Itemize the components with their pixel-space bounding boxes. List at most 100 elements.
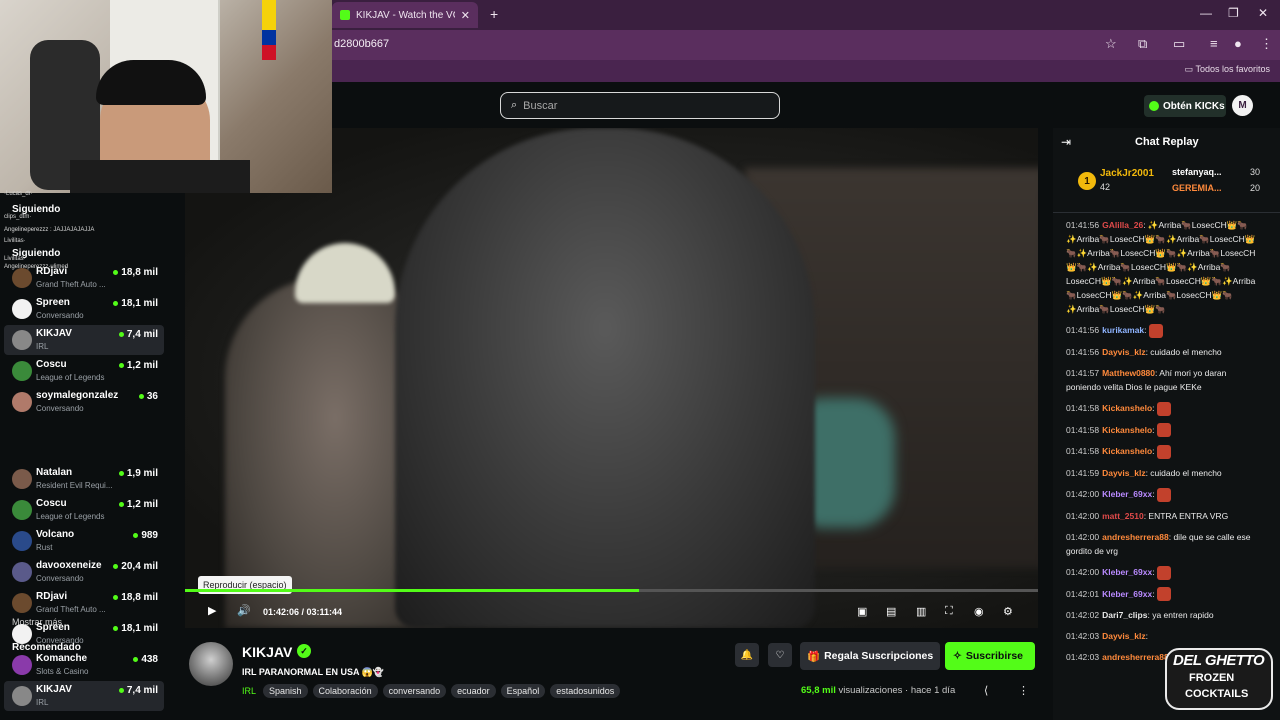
top-gifter-name[interactable]: JackJr2001: [1100, 168, 1154, 179]
restore-icon[interactable]: ❐: [1228, 6, 1239, 20]
tag[interactable]: ecuador: [451, 684, 496, 698]
clip-icon[interactable]: ▥: [916, 605, 926, 618]
chat-username[interactable]: Dari7_clips: [1102, 610, 1147, 620]
more-options-icon[interactable]: ⋮: [1018, 684, 1029, 697]
sidebar-recommended-item[interactable]: Natalan Resident Evil Requi... 1,9 mil: [4, 464, 164, 494]
third-gifter-name[interactable]: GEREMIA...: [1172, 183, 1222, 193]
speed-icon[interactable]: ◉: [974, 605, 984, 618]
search-input[interactable]: ⌕ Buscar: [500, 92, 780, 119]
chat-username[interactable]: andresherrera88: [1102, 652, 1169, 662]
url-text[interactable]: d2800b667: [334, 38, 389, 50]
vod-stats: 65,8 mil visualizaciones · hace 1 día: [801, 685, 956, 696]
chat-username[interactable]: Kickanshelo: [1102, 446, 1152, 456]
notification-bell-button[interactable]: 🔔: [735, 643, 759, 667]
viewer-count-value: 18,1 mil: [121, 298, 158, 309]
views-count: 65,8 mil: [801, 685, 836, 696]
cast-icon[interactable]: ▭: [1173, 36, 1185, 52]
new-tab-icon[interactable]: +: [490, 6, 498, 22]
second-gifter-name[interactable]: stefanyaq...: [1172, 167, 1222, 177]
channel-avatar[interactable]: [189, 642, 233, 686]
chat-username[interactable]: Kickanshelo: [1102, 425, 1152, 435]
settings-icon[interactable]: ⚙: [1003, 605, 1013, 618]
tag[interactable]: Español: [500, 684, 546, 698]
chat-username[interactable]: andresherrera88: [1102, 532, 1169, 542]
chat-username[interactable]: Dayvis_klz: [1102, 347, 1145, 357]
collapse-chat-icon[interactable]: ⇥: [1061, 135, 1071, 149]
streamer-name: Volcano: [36, 529, 75, 540]
chat-username[interactable]: matt_2510: [1102, 511, 1144, 521]
chat-username[interactable]: Matthew0880: [1102, 368, 1155, 378]
sidebar-recommended-item[interactable]: Volcano Rust 989: [4, 526, 164, 556]
sidebar-recommended-item[interactable]: KIKJAV IRL 7,4 mil: [4, 681, 164, 711]
streamer-name: Komanche: [36, 653, 88, 664]
minimize-icon[interactable]: —: [1200, 6, 1212, 20]
sidebar-recommended-item[interactable]: davooxeneize Conversando 20,4 mil: [4, 557, 164, 587]
miniplayer-icon[interactable]: ▣: [857, 605, 867, 618]
tag[interactable]: Colaboración: [312, 684, 378, 698]
sidebar-following-item[interactable]: Coscu League of Legends 1,2 mil: [4, 356, 164, 386]
address-bar[interactable]: d2800b667 ☆ ⧉ ▭ ≡ ● ⋮: [330, 30, 1280, 60]
chat-text: : cuidado el mencho: [1145, 468, 1222, 478]
emote-icon: [1156, 565, 1171, 580]
chat-timestamp: 01:41:59: [1066, 468, 1100, 478]
close-window-icon[interactable]: ✕: [1258, 6, 1268, 20]
sidebar-recommended-item[interactable]: Coscu League of Legends 1,2 mil: [4, 495, 164, 525]
sidebar-following-item[interactable]: KIKJAV IRL 7,4 mil: [4, 325, 164, 355]
chat-text: : ENTRA ENTRA VRG: [1143, 510, 1229, 521]
sidebar-recommended-item[interactable]: Spreen Conversando 18,1 mil: [4, 619, 164, 649]
chat-username[interactable]: Kleber_69xx: [1102, 567, 1152, 577]
sidebar-following-item[interactable]: Spreen Conversando 18,1 mil: [4, 294, 164, 324]
chat-timestamp: 01:42:00: [1066, 510, 1100, 521]
viewer-count: 438: [133, 654, 158, 665]
search-icon: ⌕: [511, 99, 518, 111]
progress-bar[interactable]: [185, 589, 1038, 592]
user-avatar[interactable]: M: [1232, 95, 1253, 116]
close-tab-icon[interactable]: ✕: [461, 9, 470, 22]
overlay-chat-line: Angelineperezzz : JAJJAJAJAJJA: [4, 227, 95, 233]
viewer-count: 20,4 mil: [113, 561, 158, 572]
tag[interactable]: conversando: [382, 684, 447, 698]
follow-heart-button[interactable]: ♡: [768, 643, 792, 667]
star-icon[interactable]: ☆: [1105, 36, 1117, 52]
kick-coin-icon: [1149, 101, 1159, 111]
category-link[interactable]: IRL: [242, 686, 256, 696]
tag[interactable]: Spanish: [263, 684, 308, 698]
streamer-name: KIKJAV: [36, 328, 72, 339]
menu-icon[interactable]: ⋮: [1260, 36, 1273, 52]
sidebar-following-item[interactable]: soymalegonzalez Conversando 36: [4, 387, 164, 417]
volume-icon[interactable]: 🔊: [237, 604, 251, 617]
share-icon[interactable]: ⟨: [984, 684, 988, 697]
chat-username[interactable]: kurikamak: [1102, 325, 1144, 335]
reading-list-icon[interactable]: ≡: [1210, 36, 1218, 51]
streamer-category: Grand Theft Auto ...: [36, 280, 106, 289]
sidebar-recommended-item[interactable]: Komanche Slots & Casino 438: [4, 650, 164, 680]
chat-username[interactable]: Kleber_69xx: [1102, 589, 1152, 599]
fullscreen-icon[interactable]: ⛶: [945, 605, 953, 618]
live-dot-icon: [118, 331, 124, 337]
channel-name[interactable]: KIKJAV: [242, 644, 292, 660]
chat-username[interactable]: GAlilla_26: [1102, 220, 1143, 230]
theater-mode-icon[interactable]: ▤: [886, 605, 896, 618]
emote-icon: [1148, 323, 1163, 338]
extensions-icon[interactable]: ⧉: [1138, 36, 1147, 52]
subscribe-button[interactable]: ✧ Suscribirse: [945, 642, 1035, 670]
chat-username[interactable]: Dayvis_klz: [1102, 631, 1145, 641]
get-kicks-button[interactable]: Obtén KICKs: [1144, 95, 1226, 117]
video-player[interactable]: [185, 128, 1038, 628]
all-favorites-link[interactable]: ▭ Todos los favoritos: [1185, 64, 1270, 75]
left-sidebar: Mostrar más Recomendado RDjavi Grand Thef…: [0, 193, 170, 720]
tag[interactable]: estadosunidos: [550, 684, 621, 698]
chat-username[interactable]: Kickanshelo: [1102, 403, 1152, 413]
live-dot-icon: [133, 532, 139, 538]
chat-timestamp: 01:41:56: [1066, 325, 1100, 335]
browser-tab[interactable]: KIKJAV - Watch the VOD on Kick ✕: [332, 2, 478, 28]
gift-subs-button[interactable]: 🎁 Regala Suscripciones: [800, 642, 940, 670]
play-icon[interactable]: ▶: [208, 604, 216, 617]
streamer-name: davooxeneize: [36, 560, 102, 571]
chat-username[interactable]: Dayvis_klz: [1102, 468, 1145, 478]
chat-username[interactable]: Kleber_69xx: [1102, 489, 1152, 499]
sidebar-recommended-item[interactable]: RDjavi Grand Theft Auto ... 18,8 mil: [4, 588, 164, 618]
streamer-category: Grand Theft Auto ...: [36, 605, 106, 614]
chat-message: 01:41:58 Kickanshelo:: [1066, 444, 1262, 459]
profile-icon[interactable]: ●: [1234, 36, 1242, 51]
